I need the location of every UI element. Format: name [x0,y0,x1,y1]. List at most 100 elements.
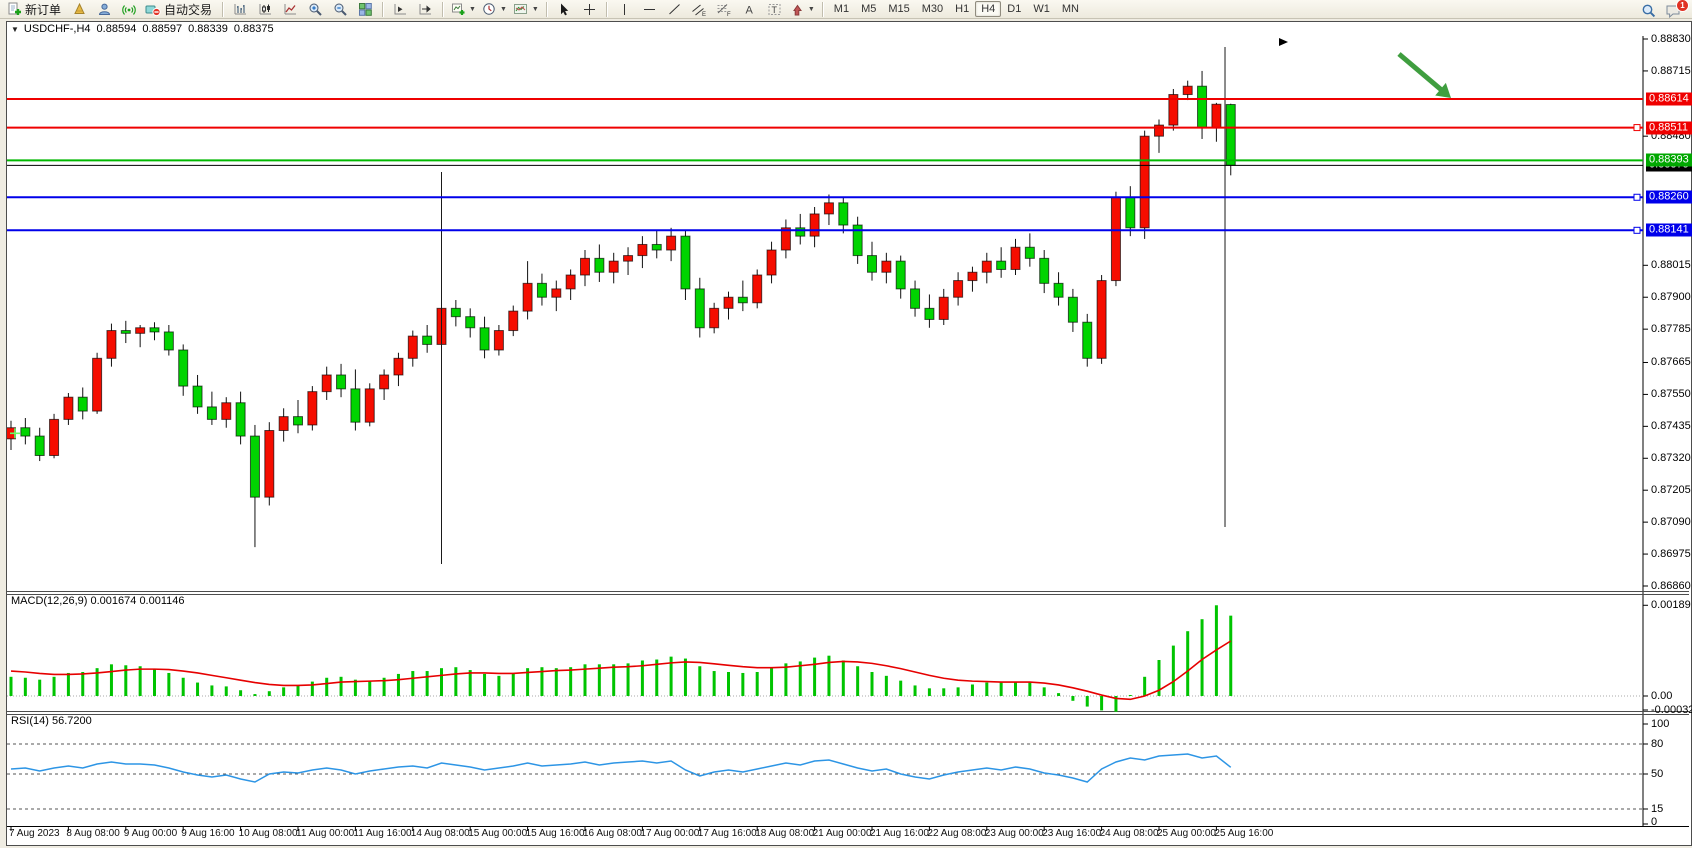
candle-bull[interactable] [624,256,633,262]
new-order-button[interactable]: 新订单 [4,0,67,19]
candle-bear[interactable] [911,289,920,308]
timeframe-m1[interactable]: M1 [828,1,855,17]
candle-bull[interactable] [824,203,833,214]
templates-dropdown[interactable]: ▼ [510,0,542,19]
signals-button[interactable] [117,0,142,19]
candle-bull[interactable] [767,250,776,275]
candle-bear[interactable] [207,407,216,419]
autotrading-button[interactable]: 自动交易 [142,0,218,19]
candle-bear[interactable] [78,397,87,411]
candle-bull[interactable] [552,289,561,297]
periods-dropdown[interactable]: ▼ [479,0,510,19]
candle-bull[interactable] [609,261,618,272]
horizontal-line-button[interactable] [637,0,662,19]
candle-bull[interactable] [939,297,948,319]
candle-bull[interactable] [954,281,963,298]
candle-bull[interactable] [1011,247,1020,269]
level-handle[interactable] [1634,194,1640,200]
candle-bull[interactable] [667,236,676,250]
text-button[interactable]: A [737,0,762,19]
candle-bull[interactable] [279,417,288,431]
timeframe-mn[interactable]: MN [1056,1,1085,17]
auto-scroll-button[interactable] [413,0,438,19]
crosshair-button[interactable] [577,0,602,19]
text-label-button[interactable]: T [762,0,787,19]
candle-bear[interactable] [695,289,704,328]
candle-bear[interactable] [1025,247,1034,258]
market-button[interactable] [67,0,92,19]
candle-bull[interactable] [408,336,417,358]
timeframe-d1[interactable]: D1 [1001,1,1027,17]
candle-bull[interactable] [1140,136,1149,228]
candle-bear[interactable] [179,350,188,386]
candle-bear[interactable] [839,203,848,225]
candle-bear[interactable] [1068,297,1077,322]
candle-bear[interactable] [294,417,303,425]
candle-bull[interactable] [64,397,73,419]
candle-bull[interactable] [1097,281,1106,359]
candle-bull[interactable] [753,275,762,303]
candle-bear[interactable] [250,436,259,497]
candle-bear[interactable] [1083,322,1092,358]
candle-bull[interactable] [380,375,389,389]
candle-bull[interactable] [365,389,374,422]
level-handle[interactable] [1634,227,1640,233]
candle-bull[interactable] [107,331,116,359]
candle-bull[interactable] [494,331,503,350]
candle-bear[interactable] [121,331,130,334]
candle-bull[interactable] [810,214,819,236]
timeframe-m5[interactable]: M5 [855,1,882,17]
chart-shift-marker[interactable] [1279,38,1288,46]
candle-bull[interactable] [93,358,102,411]
equidistant-channel-button[interactable]: E [687,0,712,19]
candle-bear[interactable] [1198,86,1207,128]
profile-button[interactable] [92,0,117,19]
candle-bear[interactable] [595,258,604,272]
candle-bear[interactable] [193,386,202,407]
zoom-out-button[interactable] [328,0,353,19]
candle-bear[interactable] [652,244,661,250]
search-button[interactable] [1636,1,1661,20]
tile-windows-button[interactable] [353,0,378,19]
zoom-in-button[interactable] [303,0,328,19]
candle-bear[interactable] [868,256,877,273]
candle-bear[interactable] [896,261,905,289]
level-handle[interactable] [1634,125,1640,131]
candle-bull[interactable] [1183,86,1192,94]
candle-bull[interactable] [882,261,891,272]
timeframe-m15[interactable]: M15 [882,1,915,17]
candle-bull[interactable] [1212,104,1221,128]
candle-bear[interactable] [236,403,245,436]
timeframe-w1[interactable]: W1 [1027,1,1056,17]
candle-bull[interactable] [638,244,647,255]
timeframe-h1[interactable]: H1 [949,1,975,17]
arrows-dropdown[interactable]: ▼ [787,0,818,19]
candle-bear[interactable] [423,336,432,344]
candle-bull[interactable] [136,328,145,334]
candle-bull[interactable] [581,258,590,275]
candle-bear[interactable] [466,317,475,328]
chart-shift-button[interactable] [388,0,413,19]
candle-bear[interactable] [337,375,346,389]
candle-bull[interactable] [982,261,991,272]
candle-bear[interactable] [738,297,747,303]
candle-bear[interactable] [681,236,690,289]
candle-bear[interactable] [796,228,805,236]
candle-bear[interactable] [480,328,489,350]
candle-bull[interactable] [50,419,59,455]
fibonacci-button[interactable]: F [712,0,737,19]
candle-bear[interactable] [150,328,159,332]
candle-bear[interactable] [925,308,934,319]
candle-bear[interactable] [1126,197,1135,228]
candle-bull[interactable] [222,403,231,420]
candle-bear[interactable] [35,436,44,455]
candle-bear[interactable] [451,308,460,316]
candle-bear[interactable] [997,261,1006,269]
candle-bear[interactable] [351,389,360,422]
timeframe-m30[interactable]: M30 [916,1,949,17]
candle-bear[interactable] [21,428,30,436]
candle-bull[interactable] [724,297,733,308]
candle-bull[interactable] [322,375,331,392]
candle-bull[interactable] [968,272,977,280]
candle-bear[interactable] [537,283,546,297]
